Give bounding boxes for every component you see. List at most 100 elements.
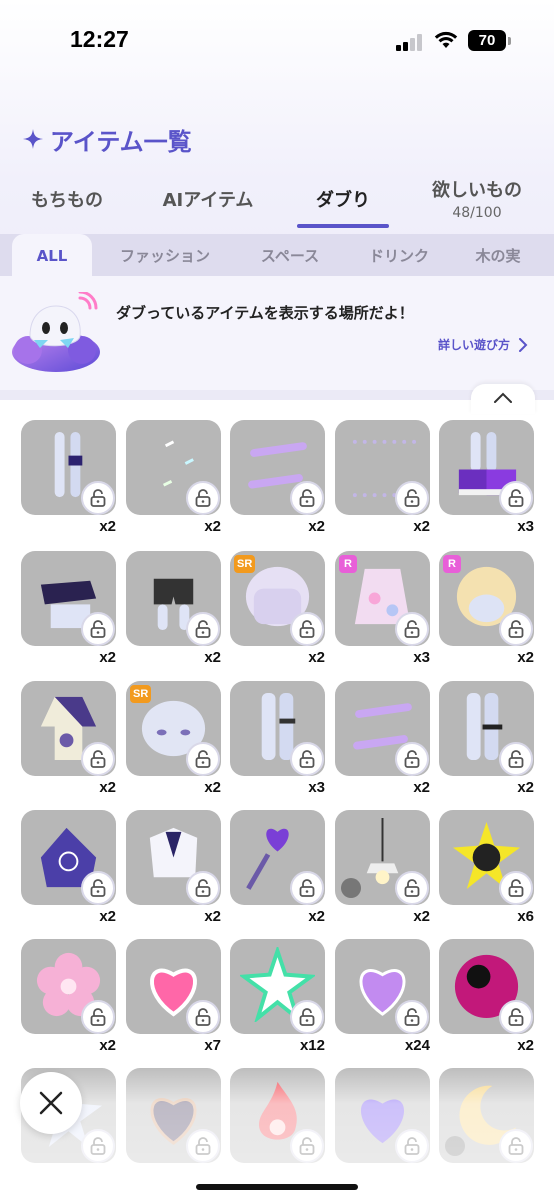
category-tab-nuts[interactable]: 木の実 — [458, 234, 538, 276]
how-to-play-link[interactable]: 詳しい遊び方 — [438, 336, 528, 353]
lock-icon[interactable] — [186, 481, 220, 515]
lock-icon[interactable] — [186, 742, 220, 776]
hidden-item-icon — [341, 878, 361, 898]
battery-nub — [508, 37, 511, 45]
item-card[interactable]: x3 — [439, 420, 534, 535]
lock-icon[interactable] — [395, 612, 429, 646]
item-card[interactable]: x2 — [126, 420, 221, 535]
item-quantity: x2 — [99, 649, 116, 666]
lock-icon[interactable] — [290, 481, 324, 515]
status-time: 12:27 — [70, 26, 129, 52]
tab-wishlist[interactable]: 欲しいもの 48/100 — [418, 170, 536, 228]
item-card[interactable] — [439, 1068, 534, 1163]
category-tab-space[interactable]: スペース — [240, 234, 340, 276]
item-card[interactable]: x2 — [230, 810, 325, 925]
item-card[interactable]: SR x2 — [230, 551, 325, 666]
lock-icon[interactable] — [290, 742, 324, 776]
banner-message: ダブっているアイテムを表示する場所だよ！ — [116, 304, 414, 322]
chevron-right-icon — [519, 337, 528, 352]
how-to-play-label: 詳しい遊び方 — [437, 338, 510, 352]
lock-icon[interactable] — [290, 871, 324, 905]
item-card[interactable]: Rx2 — [439, 551, 534, 666]
tab-label: もちもの — [31, 190, 103, 211]
tab-label: ダブり — [316, 190, 370, 211]
item-card[interactable]: x7 — [126, 939, 221, 1054]
home-indicator — [196, 1184, 358, 1190]
category-tab-fashion[interactable]: ファッション — [104, 234, 226, 276]
item-quantity: x2 — [99, 518, 116, 535]
lock-icon[interactable] — [81, 742, 115, 776]
lock-icon[interactable] — [290, 612, 324, 646]
item-card[interactable]: x2 — [335, 681, 430, 796]
sparkle-icon — [23, 129, 43, 149]
item-quantity: x2 — [204, 779, 221, 796]
item-quantity: x2 — [99, 779, 116, 796]
collapse-banner-button[interactable] — [471, 384, 535, 414]
item-card[interactable]: x6 — [439, 810, 534, 925]
category-tab-drink[interactable]: ドリンク — [354, 234, 444, 276]
item-card[interactable]: x3 — [230, 681, 325, 796]
lock-icon[interactable] — [290, 1129, 324, 1163]
lock-icon[interactable] — [499, 612, 533, 646]
lock-icon[interactable] — [395, 481, 429, 515]
lock-icon[interactable] — [81, 1129, 115, 1163]
tab-ai-items[interactable]: AIアイテム — [146, 170, 270, 228]
wifi-icon — [434, 31, 458, 48]
lock-icon[interactable] — [395, 742, 429, 776]
item-card[interactable]: SR x2 — [126, 681, 221, 796]
lock-icon[interactable] — [186, 871, 220, 905]
lock-icon[interactable] — [499, 1000, 533, 1034]
lock-icon[interactable] — [499, 481, 533, 515]
item-card[interactable] — [126, 1068, 221, 1163]
item-card[interactable]: x2 — [21, 681, 116, 796]
item-quantity: x2 — [204, 649, 221, 666]
item-card[interactable]: x2 — [21, 551, 116, 666]
page-title: アイテム一覧 — [22, 122, 192, 156]
tab-mochimono[interactable]: もちもの — [12, 170, 122, 228]
lock-icon[interactable] — [81, 612, 115, 646]
close-button[interactable] — [20, 1072, 82, 1134]
item-card[interactable]: x2 — [126, 551, 221, 666]
item-quantity: x12 — [299, 1037, 325, 1054]
item-quantity: x2 — [99, 1037, 116, 1054]
lock-icon[interactable] — [186, 612, 220, 646]
lock-icon[interactable] — [186, 1000, 220, 1034]
lock-icon[interactable] — [499, 742, 533, 776]
category-tab-all[interactable]: ALL — [12, 234, 92, 276]
lock-icon[interactable] — [499, 1129, 533, 1163]
active-tab-indicator — [297, 224, 389, 228]
hidden-item-icon — [445, 1136, 465, 1156]
item-card[interactable]: x2 — [439, 681, 534, 796]
item-card[interactable] — [230, 1068, 325, 1163]
item-card[interactable] — [335, 1068, 430, 1163]
item-quantity: x2 — [413, 779, 430, 796]
lock-icon[interactable] — [81, 871, 115, 905]
lock-icon[interactable] — [186, 1129, 220, 1163]
item-card[interactable]: x2 — [21, 939, 116, 1054]
rarity-badge: SR — [130, 685, 152, 703]
item-card[interactable]: x24 — [335, 939, 430, 1054]
lock-icon[interactable] — [290, 1000, 324, 1034]
item-card[interactable]: x2 — [21, 810, 116, 925]
item-quantity: x2 — [308, 908, 325, 925]
item-card[interactable]: x2 — [335, 420, 430, 535]
item-card[interactable]: x2 — [230, 420, 325, 535]
lock-icon[interactable] — [499, 871, 533, 905]
item-card[interactable]: x2 — [126, 810, 221, 925]
cellular-signal-icon — [396, 33, 424, 51]
lock-icon[interactable] — [81, 1000, 115, 1034]
item-card[interactable]: x2 — [21, 420, 116, 535]
item-card[interactable]: x2 — [439, 939, 534, 1054]
lock-icon[interactable] — [395, 871, 429, 905]
lock-icon[interactable] — [395, 1129, 429, 1163]
rarity-badge: R — [443, 555, 461, 573]
lock-icon[interactable] — [81, 481, 115, 515]
item-card[interactable]: Rx3 — [335, 551, 430, 666]
rarity-badge: SR — [234, 555, 256, 573]
lock-icon[interactable] — [395, 1000, 429, 1034]
item-quantity: x3 — [308, 779, 325, 796]
tab-duplicates[interactable]: ダブり — [297, 170, 389, 228]
wishlist-count: 48/100 — [452, 205, 502, 221]
item-card[interactable]: x2 — [335, 810, 430, 925]
item-card[interactable]: x12 — [230, 939, 325, 1054]
